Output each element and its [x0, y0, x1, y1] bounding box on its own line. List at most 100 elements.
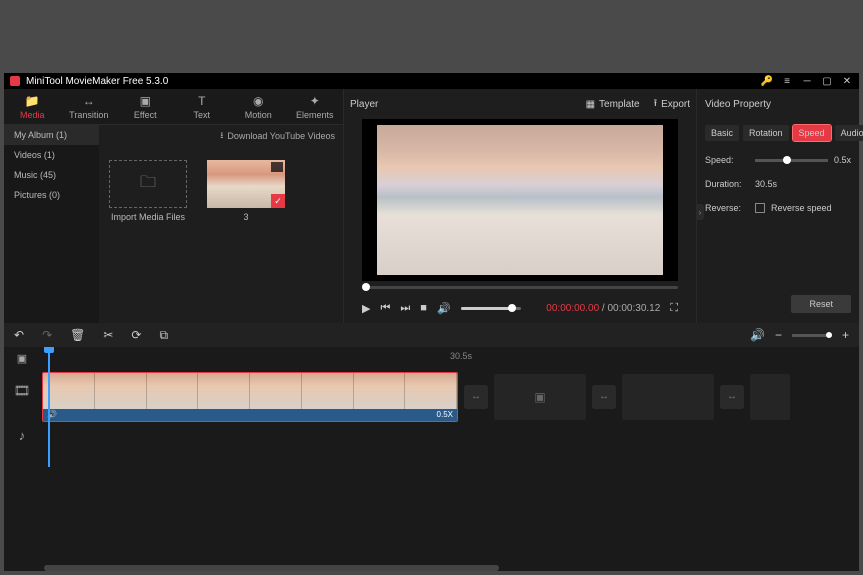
undo-button[interactable]: ↶	[14, 328, 24, 342]
reverse-checkbox[interactable]	[755, 203, 765, 213]
progress-slider[interactable]	[362, 286, 678, 289]
tab-motion[interactable]: ◉ Motion	[230, 89, 287, 124]
transition-icon: ↔	[83, 94, 95, 108]
music-track-icon[interactable]: ♪	[4, 413, 40, 457]
effect-icon: ▣	[140, 94, 151, 108]
sidebar-item-myalbum[interactable]: My Album (1)	[4, 125, 99, 145]
duration-label: Duration:	[705, 179, 749, 189]
tab-label: Media	[20, 110, 45, 120]
sidebar-item-videos[interactable]: Videos (1)	[4, 145, 99, 165]
key-icon[interactable]: 🔑	[761, 75, 773, 87]
prev-button[interactable]: ⏮	[380, 302, 390, 315]
upper-region: 📁 Media ↔ Transition ▣ Effect T Text ◉	[4, 89, 859, 323]
empty-clip-slot[interactable]	[622, 374, 714, 420]
playhead[interactable]	[48, 347, 50, 467]
export-label: Export	[661, 99, 690, 110]
rotate-button[interactable]: ⟳	[131, 328, 141, 342]
timeline-ruler[interactable]: 30.5s	[40, 347, 859, 369]
reverse-cb-label: Reverse speed	[771, 203, 832, 213]
template-button[interactable]: ▦ Template	[586, 96, 640, 113]
duration-value: 30.5s	[755, 179, 777, 189]
player-title: Player	[350, 99, 378, 110]
prop-tab-basic[interactable]: Basic	[705, 125, 739, 141]
zoom-out-button[interactable]: −	[775, 328, 782, 342]
folder-icon: 📁	[25, 94, 40, 108]
tab-transition[interactable]: ↔ Transition	[61, 89, 118, 124]
volume-slider[interactable]	[461, 307, 521, 310]
menu-icon[interactable]: ≡	[781, 75, 793, 87]
tab-elements[interactable]: ✦ Elements	[287, 89, 344, 124]
sidebar-item-music[interactable]: Music (45)	[4, 165, 99, 185]
redo-button[interactable]: ↷	[42, 328, 52, 342]
text-icon: T	[198, 94, 205, 108]
volume-icon[interactable]: 🔊	[437, 302, 451, 315]
speed-slider[interactable]	[755, 159, 828, 162]
titlebar: MiniTool MovieMaker Free 5.3.0 🔑 ≡ ─ ▢ ✕	[4, 73, 859, 89]
tab-text[interactable]: T Text	[174, 89, 231, 124]
video-track-icon[interactable]: 🎞	[4, 369, 40, 413]
transition-slot[interactable]: ↔	[464, 385, 488, 409]
zoom-in-button[interactable]: +	[842, 328, 849, 342]
layers-icon[interactable]: ▣	[4, 347, 40, 369]
maximize-button[interactable]: ▢	[821, 75, 833, 87]
tab-label: Motion	[245, 110, 272, 120]
speed-value: 0.5x	[834, 155, 851, 165]
property-title: Video Property	[705, 89, 851, 119]
player-panel: Player ▦ Template ⭱ Export	[344, 89, 697, 323]
speed-label: Speed:	[705, 155, 749, 165]
panel-collapse-handle[interactable]: ›	[696, 204, 704, 220]
stop-button[interactable]: ■	[420, 302, 427, 314]
timeline-area[interactable]: 30.5s 🔊 0.5X ↔	[40, 347, 859, 571]
prop-tab-rotation[interactable]: Rotation	[743, 125, 789, 141]
import-label: Import Media Files	[111, 212, 185, 222]
video-frame-image	[377, 125, 663, 275]
split-button[interactable]: ✂	[103, 328, 113, 342]
reset-button[interactable]: Reset	[791, 295, 851, 313]
close-button[interactable]: ✕	[841, 75, 853, 87]
zoom-slider[interactable]	[792, 334, 832, 337]
tab-label: Elements	[296, 110, 334, 120]
tab-effect[interactable]: ▣ Effect	[117, 89, 174, 124]
timeline-volume-icon[interactable]: 🔊	[750, 328, 765, 342]
prop-tab-audio[interactable]: Audio	[835, 125, 863, 141]
crop-button[interactable]: ⧉	[159, 328, 168, 343]
media-content: ⭳ Download YouTube Videos 🗀 Import Media…	[99, 125, 343, 323]
tab-media[interactable]: 📁 Media	[4, 89, 61, 124]
music-track-row[interactable]	[40, 424, 859, 462]
delete-button[interactable]: 🗑	[70, 328, 85, 342]
export-icon: ⭱	[654, 96, 658, 113]
folder-icon: 🗀	[140, 171, 156, 198]
sidebar-item-pictures[interactable]: Pictures (0)	[4, 185, 99, 205]
timeline-panel: ↶ ↷ 🗑 ✂ ⟳ ⧉ 🔊 − + ▣ 🎞 ♪ 30.5s	[4, 323, 859, 571]
reverse-label: Reverse:	[705, 203, 749, 213]
minimize-button[interactable]: ─	[801, 75, 813, 87]
property-panel: › Video Property Basic Rotation Speed Au…	[697, 89, 859, 323]
media-panel: 📁 Media ↔ Transition ▣ Effect T Text ◉	[4, 89, 344, 323]
fullscreen-button[interactable]: ⛶	[670, 302, 678, 315]
empty-clip-slot[interactable]: ▣	[494, 374, 586, 420]
empty-clip-slot[interactable]	[750, 374, 790, 420]
tab-label: Effect	[134, 110, 157, 120]
selected-check-icon: ✓	[271, 194, 285, 208]
motion-icon: ◉	[253, 94, 263, 108]
transition-slot[interactable]: ↔	[592, 385, 616, 409]
download-youtube-link[interactable]: Download YouTube Videos	[227, 131, 335, 141]
progress-knob[interactable]	[362, 283, 370, 291]
horizontal-scrollbar[interactable]	[44, 565, 499, 571]
tab-label: Text	[193, 110, 210, 120]
next-button[interactable]: ⏭	[400, 302, 410, 315]
media-thumbnail[interactable]: ✓	[207, 160, 285, 208]
play-button[interactable]: ▶	[362, 302, 370, 315]
prop-tab-speed[interactable]: Speed	[793, 125, 831, 141]
app-title: MiniTool MovieMaker Free 5.3.0	[26, 76, 761, 87]
import-media-button[interactable]: 🗀	[109, 160, 187, 208]
time-current: 00:00:00.00	[546, 303, 599, 314]
video-preview[interactable]	[362, 119, 678, 281]
app-window: MiniTool MovieMaker Free 5.3.0 🔑 ≡ ─ ▢ ✕…	[4, 73, 859, 571]
tab-label: Transition	[69, 110, 108, 120]
thumbnail-label: 3	[243, 212, 248, 222]
transition-slot[interactable]: ↔	[720, 385, 744, 409]
export-button[interactable]: ⭱ Export	[654, 96, 690, 113]
elements-icon: ✦	[310, 94, 320, 108]
video-clip[interactable]: 🔊 0.5X	[42, 372, 458, 422]
